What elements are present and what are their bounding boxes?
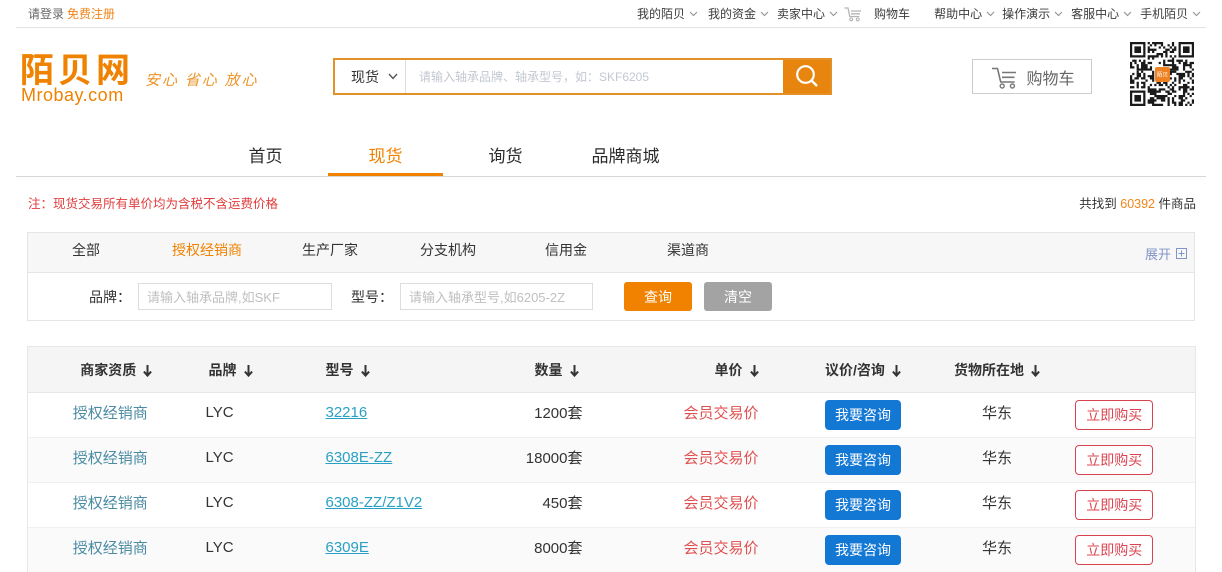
svg-text:陌贝: 陌贝 bbox=[1157, 71, 1169, 79]
